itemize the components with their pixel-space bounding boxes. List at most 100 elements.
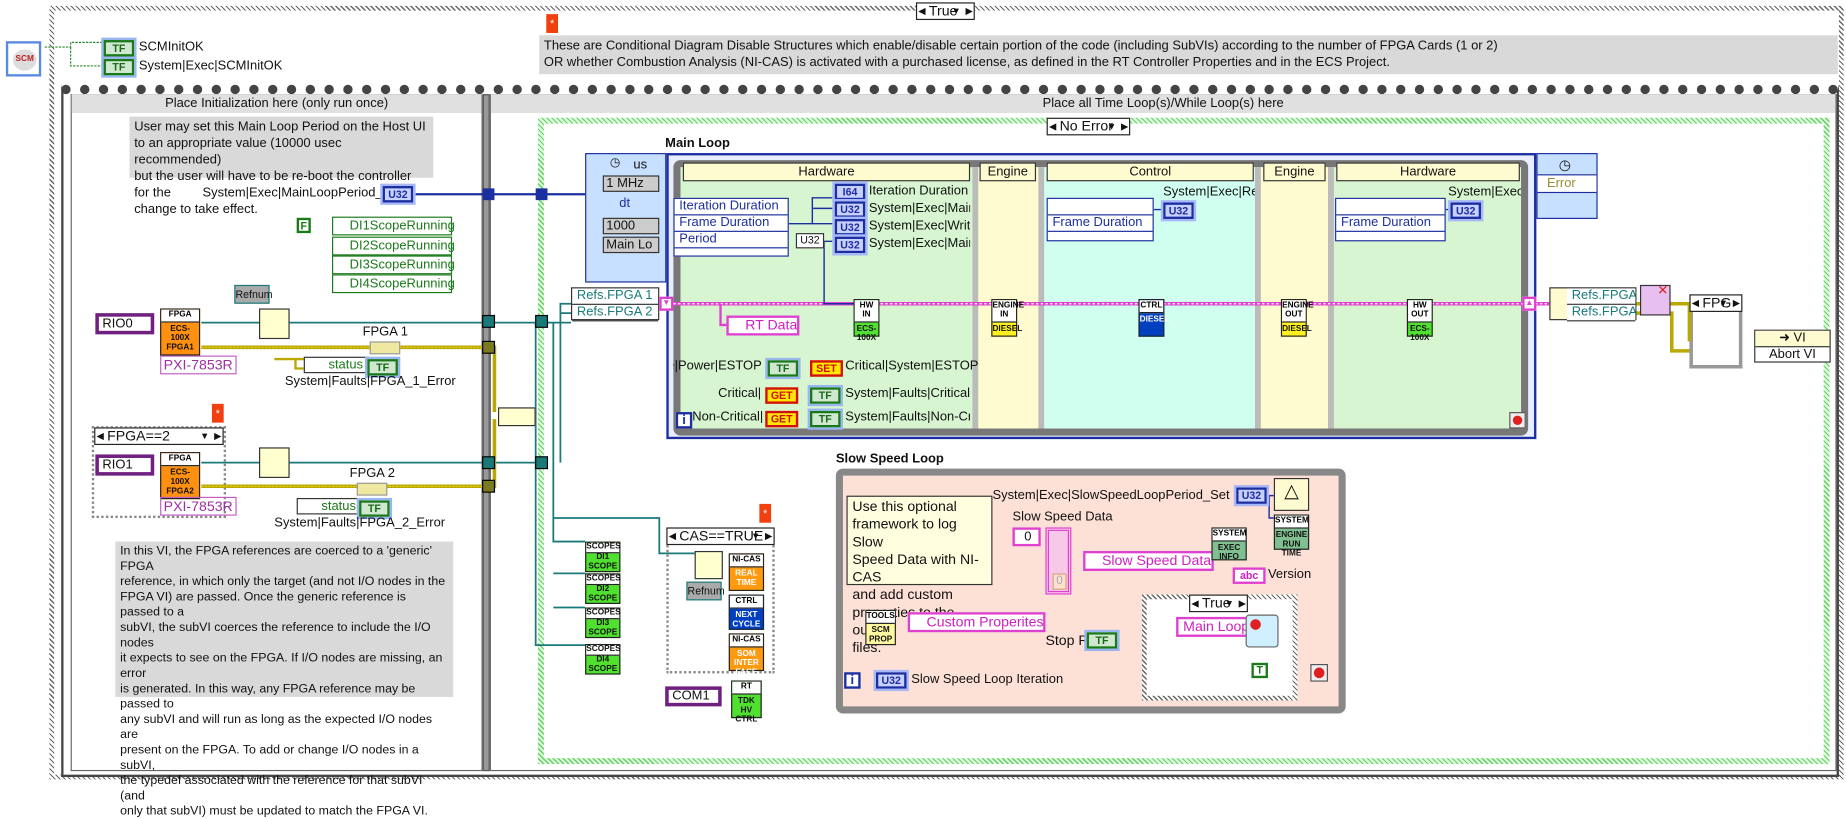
cas-selector[interactable]: CAS==TRUE [666, 527, 775, 546]
stop-rt-control[interactable]: TF [1084, 629, 1120, 652]
refs-bundle[interactable]: Refs.FPGA 1 Refs.FPGA 2 [570, 287, 660, 322]
slow-loop-period-control[interactable]: U32 [1233, 485, 1270, 507]
slow-speed-data-variable[interactable]: Slow Speed Data [1083, 550, 1214, 571]
timed-loop-output-node[interactable]: ◷ Error [1536, 153, 1598, 219]
ctrl-body: DIESEL [1139, 315, 1170, 324]
non-critical-fault-indicator[interactable]: TF [807, 408, 843, 430]
exec-info-subvi[interactable]: SYSTEM EXEC INFO [1211, 527, 1247, 562]
refs-fpga1: Refs.FPGA 1 [572, 288, 659, 305]
custom-properties-variable[interactable]: Custom Properites [907, 612, 1046, 633]
frame-header-hardware: Hardware [682, 162, 971, 182]
frame-duration-item: Frame Duration [1047, 215, 1153, 232]
fpga2-selector[interactable]: FPGA==2 [94, 427, 224, 446]
rio1-resource-control[interactable]: RIO1 [95, 454, 155, 476]
exec-co-indicator[interactable]: U32 [1448, 200, 1484, 222]
engine-run-time-subvi[interactable]: SYSTEM ENGINE RUN TIME [1273, 514, 1310, 558]
hardware-out-frame-node[interactable]: Frame Duration [1335, 197, 1446, 242]
fpga-case-selector[interactable]: FPG [1689, 294, 1743, 312]
control-frame-node[interactable]: Frame Duration [1046, 197, 1154, 242]
true-constant[interactable]: T [1251, 662, 1268, 679]
scm-init-ok-label: SCMInitOK [138, 40, 204, 55]
fpga1-status-unbundle[interactable]: status [303, 356, 369, 374]
ni-cas-som-interface-subvi[interactable]: NI-CAS SOM INTER FACE [728, 633, 765, 677]
engine-out-subvi[interactable]: ENGINE OUT DIESEL [1280, 299, 1314, 337]
get-critical-fault[interactable]: GET [765, 387, 799, 404]
version-indicator[interactable]: abc [1232, 567, 1266, 584]
fpga2-node[interactable]: FPGA ECS- 100X FPGA2 [160, 452, 201, 500]
fpga1-node[interactable]: FPGA ECS- 100X FPGA1 [160, 308, 201, 356]
estop-tf[interactable]: TF [765, 357, 801, 380]
scm-prop-subvi[interactable]: TOOLS SCM PROP [865, 609, 896, 646]
engine-out-header: ENGINE OUT [1282, 300, 1314, 323]
di3-scope-running-variable[interactable]: DI3ScopeRunning [331, 255, 455, 275]
slow-speed-data-array[interactable]: 0 [1045, 527, 1072, 595]
ctrl-header: CTRL [1139, 300, 1164, 314]
ni-cas-real-time-subvi[interactable]: NI-CAS REAL TIME [728, 553, 765, 592]
tf-indicator-icon[interactable]: TF [101, 37, 137, 59]
unbundle-refs[interactable]: Refs.FPGA 1 Refs.FPGA 2 [1549, 287, 1647, 322]
loop-name-input[interactable]: Main Lo [602, 236, 660, 254]
critical-fault-indicator[interactable]: TF [807, 384, 843, 407]
engine-in-body: DIESEL [992, 324, 1023, 334]
di3-scope-subvi[interactable]: SCOPES DI3 SCOPE [585, 607, 621, 639]
rt-data-variable[interactable]: RT Data [726, 315, 800, 336]
timing-source[interactable]: 1 MHz [602, 175, 660, 192]
unbundle-error-icon [356, 482, 388, 496]
scm-subvi-icon[interactable]: SCM [5, 41, 42, 77]
fpga1-error-indicator[interactable]: TF [364, 356, 401, 378]
di2-scope-running-variable[interactable]: DI2ScopeRunning [331, 236, 455, 256]
open-fpga-reference-icon[interactable] [259, 447, 290, 478]
period-input[interactable]: 1000 [602, 217, 660, 235]
com1-resource-control[interactable]: COM1 [665, 686, 722, 707]
stop-terminal[interactable] [1509, 412, 1526, 429]
di4-scope-running-variable[interactable]: DI4ScopeRunning [331, 274, 455, 294]
stop-timed-loop-icon[interactable] [1245, 614, 1279, 648]
open-fpga-reference-icon[interactable] [259, 308, 290, 340]
stop-case-selector[interactable]: True [1189, 594, 1249, 613]
main-loop-period-control[interactable]: U32 [380, 183, 416, 205]
engine-in-header: ENGINE IN [992, 300, 1024, 323]
main-loop-name-constant[interactable]: Main Loop [1176, 616, 1252, 637]
hw-out-subvi[interactable]: HW OUT ECS- 100X [1406, 299, 1433, 343]
hw-in-subvi[interactable]: HW IN ECS- 100X [853, 299, 880, 343]
abort-vi-invoke-node[interactable]: ➜ VI Abort VI [1754, 329, 1831, 363]
iteration-duration-indicator[interactable]: I64 [832, 181, 868, 203]
close-fpga-reference-icon[interactable]: ✕ [1639, 284, 1671, 316]
write-indicator[interactable]: U32 [832, 216, 868, 238]
main-loop-period-indicator[interactable]: U32 [832, 234, 868, 256]
exec-read-label: System|Exec|Read [1163, 184, 1255, 199]
array-index[interactable]: 0 [1012, 527, 1041, 547]
open-reference-icon[interactable] [694, 550, 723, 580]
fpga1-node-body: ECS- 100X FPGA1 [166, 324, 194, 353]
main-loop-indicator[interactable]: U32 [832, 198, 868, 221]
clock-icon: ◷ [1558, 156, 1572, 174]
refs-fpga2: Refs.FPGA 2 [572, 305, 659, 322]
slow-loop-stop-terminal[interactable] [1310, 663, 1328, 682]
rio0-resource-control[interactable]: RIO0 [95, 313, 155, 335]
engine-in-subvi[interactable]: ENGINE IN DIESEL [991, 299, 1024, 337]
critical-estop-label: Critical|System|ESTOP [845, 359, 979, 374]
slow-loop-iteration-indicator[interactable]: U32 [873, 669, 909, 692]
get-non-critical-fault[interactable]: GET [765, 410, 799, 428]
di2-scope-subvi[interactable]: SCOPES DI2 SCOPE [585, 573, 621, 604]
frame-left-data-node[interactable]: Iteration Duration Frame Duration Period [673, 197, 789, 257]
ctrl-subvi[interactable]: CTRL DIESEL [1138, 299, 1170, 337]
false-constant[interactable]: F [296, 217, 311, 234]
di4-scope-subvi[interactable]: SCOPES DI4 SCOPE [585, 643, 621, 675]
fpga2-error-indicator[interactable]: TF [356, 497, 393, 520]
di1-scope-subvi[interactable]: SCOPES DI1 SCOPE [585, 541, 621, 573]
disable-selector[interactable]: True [915, 2, 976, 21]
error-case-selector[interactable]: No Error [1046, 117, 1131, 136]
system-exec-scm-init-ok-label: System|Exec|SCMInitOK [138, 58, 283, 73]
fpga2-status-unbundle[interactable]: status [296, 497, 362, 515]
rt-tdk-hv-ctrl-subvi[interactable]: RT TDK HV CTRL [731, 680, 762, 724]
set-critical-fault[interactable]: SET [809, 360, 843, 377]
tf-indicator-icon[interactable]: TF [101, 56, 137, 78]
ctrl-next-cycle-subvi[interactable]: CTRL NEXT CYCLE [728, 594, 765, 630]
refnum-constant[interactable]: Refnum [686, 581, 725, 601]
exec-read-indicator[interactable]: U32 [1160, 200, 1197, 222]
timed-loop-input-node[interactable]: ◷ us 1 MHz dt 1000 Main Lo [585, 153, 667, 283]
refnum-constant[interactable]: Refnum [234, 284, 273, 304]
di1-scope-running-variable[interactable]: DI1ScopeRunning [331, 216, 455, 236]
critical-label: Critical| [718, 386, 762, 401]
